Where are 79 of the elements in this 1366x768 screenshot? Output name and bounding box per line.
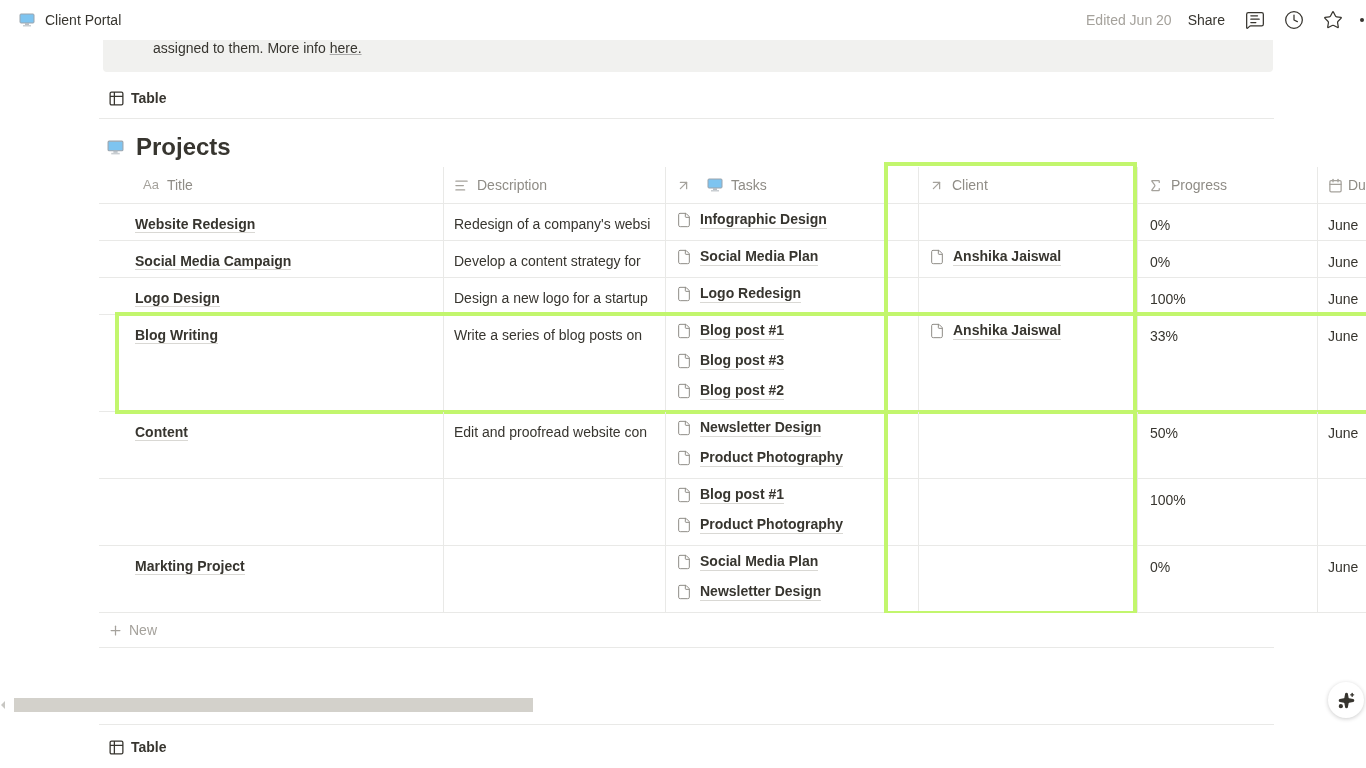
more-info-link[interactable]: here.	[329, 40, 362, 56]
page-link[interactable]: Blog post #1	[700, 322, 784, 340]
table-cell: June	[1328, 559, 1359, 575]
page-link[interactable]: Infographic Design	[700, 211, 827, 229]
table-cell: 0%	[1150, 254, 1171, 270]
table-cell: 100%	[1150, 291, 1186, 307]
page-link[interactable]: Anshika Jaiswal	[953, 248, 1062, 266]
column-header[interactable]: Du	[1317, 167, 1366, 203]
table-cell: 50%	[1150, 425, 1179, 441]
page-icon	[676, 517, 692, 533]
page-link[interactable]: Newsletter Design	[700, 419, 822, 437]
page-icon	[676, 249, 692, 265]
row-title[interactable]: Content	[135, 424, 188, 441]
row-title[interactable]: Website Redesign	[135, 216, 256, 233]
page-icon	[676, 487, 692, 503]
page-link[interactable]: Social Media Plan	[700, 553, 819, 571]
callout-text: assigned to them. More info here.	[153, 40, 362, 56]
page-link[interactable]: Blog post #3	[700, 352, 784, 370]
page-icon	[676, 450, 692, 466]
more-icon[interactable]	[1360, 18, 1364, 22]
page-title[interactable]: Client Portal	[45, 9, 122, 31]
table-cell: 0%	[1150, 559, 1171, 575]
table-cell: Redesign of a company's websi	[454, 216, 651, 232]
table-icon	[108, 739, 125, 756]
edited-label: Edited Jun 20	[1086, 10, 1172, 30]
computer-icon	[19, 12, 35, 28]
sparkle-icon	[1337, 691, 1355, 709]
page-icon	[929, 249, 945, 265]
table-cell: Design a new logo for a startup	[454, 290, 648, 306]
computer-icon	[107, 138, 124, 156]
column-header[interactable]: Tasks	[665, 167, 918, 203]
page-link[interactable]: Anshika Jaiswal	[953, 322, 1062, 340]
page-link[interactable]: Logo Redesign	[700, 285, 802, 303]
table-cell: Write a series of blog posts on	[454, 327, 643, 343]
row-title[interactable]: Blog Writing	[135, 327, 218, 344]
table-cell: Edit and proofread website con	[454, 424, 647, 440]
title-property-icon: Aa	[143, 175, 159, 195]
table-view-tab[interactable]: Table	[108, 737, 167, 758]
table-view-tab[interactable]: Table	[108, 88, 167, 109]
table-icon	[108, 90, 125, 107]
page-icon	[676, 420, 692, 436]
row-title[interactable]: Markting Project	[135, 558, 245, 575]
table-cell: June	[1328, 217, 1359, 233]
page-icon	[676, 383, 692, 399]
plus-icon	[108, 622, 123, 638]
horizontal-scrollbar[interactable]	[14, 698, 533, 712]
comment-icon[interactable]	[1245, 10, 1265, 30]
table-cell: June	[1328, 328, 1359, 344]
table-cell: 100%	[1150, 492, 1186, 508]
page-icon	[676, 212, 692, 228]
page-icon	[676, 323, 692, 339]
page-link[interactable]: Product Photography	[700, 516, 844, 534]
table-cell: June	[1328, 254, 1359, 270]
history-icon[interactable]	[1284, 10, 1304, 30]
table-cell: June	[1328, 291, 1359, 307]
page-icon	[676, 554, 692, 570]
page-link[interactable]: Newsletter Design	[700, 583, 822, 601]
sigma-icon	[1148, 177, 1163, 193]
table-cell: 33%	[1150, 328, 1179, 344]
page-link[interactable]: Blog post #1	[700, 486, 784, 504]
table-cell: Develop a content strategy for	[454, 253, 641, 269]
page-icon	[676, 286, 692, 302]
calendar-icon	[1328, 177, 1343, 193]
page-icon	[929, 323, 945, 339]
row-title[interactable]: Social Media Campaign	[135, 253, 292, 270]
table-cell: 0%	[1150, 217, 1171, 233]
text-lines-icon	[454, 177, 469, 193]
share-button[interactable]: Share	[1187, 9, 1225, 31]
ai-assistant-button[interactable]	[1328, 682, 1364, 718]
database-title: Projects	[136, 133, 231, 161]
page-link[interactable]: Blog post #2	[700, 382, 784, 400]
computer-icon	[707, 177, 723, 193]
row-title[interactable]: Logo Design	[135, 290, 220, 307]
page-link[interactable]: Product Photography	[700, 449, 844, 467]
table-cell: June	[1328, 425, 1359, 441]
page-icon	[676, 353, 692, 369]
star-icon[interactable]	[1323, 10, 1343, 30]
page-icon	[676, 584, 692, 600]
page-link[interactable]: Social Media Plan	[700, 248, 819, 266]
